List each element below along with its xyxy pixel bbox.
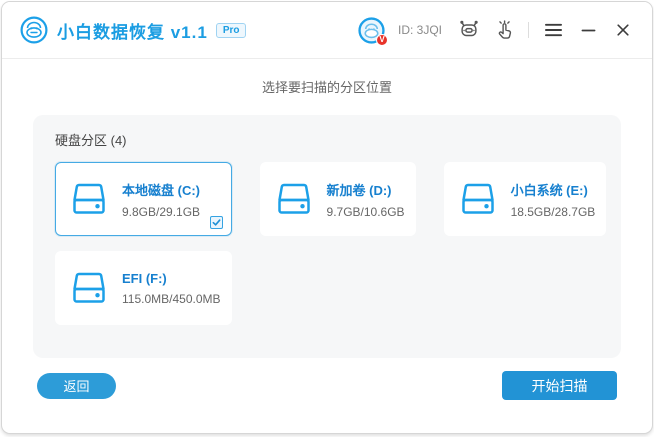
- app-logo-icon: [20, 16, 48, 44]
- drive-name: 新加卷 (D:): [326, 182, 392, 198]
- partition-panel: 硬盘分区 (4) 本地磁盘 (C:) 9.8GB/29.1GB 新加卷 (D:)…: [33, 115, 621, 358]
- page-title: 选择要扫描的分区位置: [261, 80, 392, 95]
- drive-name: 小白系统 (E:): [510, 182, 588, 198]
- titlebar-divider: [528, 22, 529, 38]
- app-window: 小白数据恢复 v1.1 Pro V ID: 3JQI 选择要扫描的分区位置 硬盘…: [1, 1, 653, 434]
- drive-icon: [73, 272, 105, 303]
- drive-name: EFI (F:): [122, 270, 167, 286]
- drive-icon: [73, 183, 105, 214]
- drive-icon: [277, 183, 310, 214]
- user-id: ID: 3JQI: [397, 23, 442, 37]
- drive-checkbox[interactable]: [209, 216, 223, 229]
- drive-size: 9.7GB/10.6GB: [326, 204, 405, 219]
- drive-card[interactable]: EFI (F:) 115.0MB/450.0MB: [55, 251, 232, 325]
- drive-icon: [461, 183, 494, 214]
- user-avatar[interactable]: V: [358, 16, 388, 46]
- drive-size: 9.8GB/29.1GB: [122, 204, 201, 219]
- drive-card[interactable]: 小白系统 (E:) 18.5GB/28.7GB: [443, 162, 607, 236]
- drive-size: 115.0MB/450.0MB: [122, 291, 221, 306]
- drive-card[interactable]: 本地磁盘 (C:) 9.8GB/29.1GB: [55, 162, 232, 236]
- start-scan-button[interactable]: 开始扫描: [502, 371, 617, 400]
- minimize-icon[interactable]: [577, 19, 599, 41]
- footer: 返回 开始扫描: [37, 371, 617, 400]
- pro-badge: Pro: [215, 22, 247, 38]
- panel-title: 硬盘分区 (4): [55, 133, 127, 148]
- menu-icon[interactable]: [542, 19, 564, 41]
- app-title: 小白数据恢复 v1.1: [57, 22, 208, 42]
- drive-card[interactable]: 新加卷 (D:) 9.7GB/10.6GB: [259, 162, 416, 236]
- drive-name: 本地磁盘 (C:): [122, 182, 200, 198]
- hand-tap-icon[interactable]: [493, 19, 515, 41]
- avatar-vip-badge: V: [375, 33, 388, 46]
- close-icon[interactable]: [612, 19, 634, 41]
- drive-size: 18.5GB/28.7GB: [510, 204, 596, 219]
- robot-support-icon[interactable]: [458, 19, 480, 41]
- titlebar: 小白数据恢复 v1.1 Pro V ID: 3JQI: [2, 2, 652, 59]
- back-button[interactable]: 返回: [37, 372, 116, 399]
- drives-grid: 本地磁盘 (C:) 9.8GB/29.1GB 新加卷 (D:) 9.7GB/10…: [55, 162, 607, 325]
